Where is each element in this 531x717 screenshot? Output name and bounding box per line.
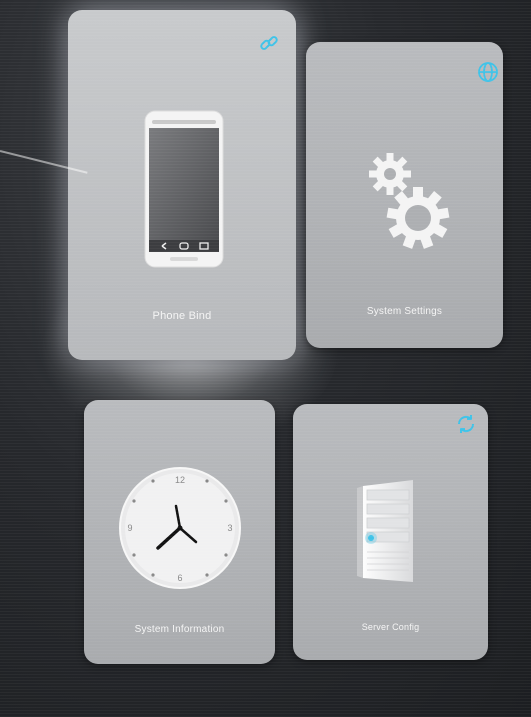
server-config-label: Server Config [361, 622, 420, 632]
system-information-label: System Information [134, 624, 225, 635]
system-settings-tile[interactable]: System Settings [306, 42, 503, 348]
launcher-screen: Phone Bind System Settings 12 3 6 9 Syst… [0, 0, 531, 717]
server-icon [357, 480, 413, 582]
clock-number-3: 3 [227, 523, 232, 533]
clock-number-6: 6 [177, 573, 182, 583]
clock-number-12: 12 [175, 475, 185, 485]
clock-icon: 12 3 6 9 [119, 467, 241, 589]
clock-number-9: 9 [127, 523, 132, 533]
server-config-tile[interactable]: Server Config [293, 404, 488, 660]
system-settings-label: System Settings [366, 306, 443, 317]
globe-icon [478, 62, 498, 82]
phone-bind-label: Phone Bind [152, 310, 212, 322]
phone-bind-tile[interactable]: Phone Bind [68, 10, 296, 360]
smartphone-icon [144, 110, 224, 268]
link-icon [260, 36, 278, 50]
gears-icon [369, 153, 450, 249]
system-information-tile[interactable]: 12 3 6 9 System Information [84, 400, 275, 664]
refresh-icon [457, 415, 475, 433]
